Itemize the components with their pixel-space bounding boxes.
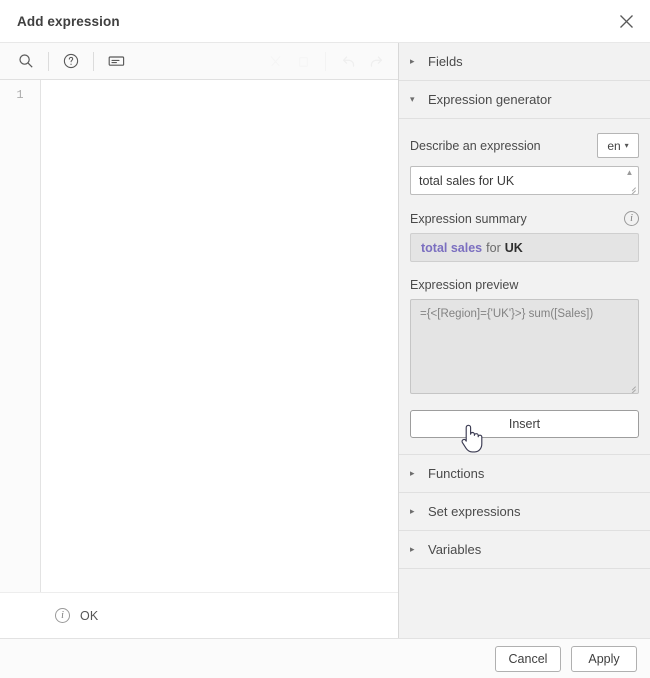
toolbar-divider-3 <box>325 51 326 71</box>
expression-code-input[interactable] <box>41 80 398 592</box>
chevron-right-icon: ▸ <box>410 468 415 478</box>
add-expression-dialog: Add expression 1 i OK ▸ Fields ▾ Express… <box>0 0 650 678</box>
preview-label-row: Expression preview <box>410 278 639 292</box>
accordion-set-expressions[interactable]: ▸ Set expressions <box>399 493 650 531</box>
summary-dimension: UK <box>504 240 523 255</box>
editor-main: 1 <box>0 80 398 592</box>
paste-icon-disabled <box>289 48 317 74</box>
accordion-variables-label: Variables <box>428 542 482 557</box>
accordion-set-expressions-label: Set expressions <box>428 504 521 519</box>
search-icon[interactable] <box>12 48 40 74</box>
cut-icon-disabled <box>261 48 289 74</box>
summary-connector: for <box>486 240 501 255</box>
info-circle-icon[interactable]: i <box>624 211 639 226</box>
accordion-functions-label: Functions <box>428 466 485 481</box>
apply-button[interactable]: Apply <box>571 645 637 672</box>
help-circle-icon[interactable] <box>57 48 85 74</box>
expression-summary-box: total sales for UK <box>410 233 639 262</box>
chevron-right-icon: ▸ <box>410 544 415 554</box>
accordion-fields-label: Fields <box>428 54 463 69</box>
chevron-down-icon: ▾ <box>624 141 629 150</box>
resize-handle-icon <box>626 381 637 393</box>
dialog-footer: Cancel Apply <box>0 638 650 678</box>
language-select[interactable]: en ▾ <box>597 133 639 158</box>
accordion-fields[interactable]: ▸ Fields <box>399 43 650 81</box>
expression-side-panel: ▸ Fields ▾ Expression generator Describe… <box>399 43 650 638</box>
close-icon[interactable] <box>612 7 640 35</box>
insert-button[interactable]: Insert <box>410 410 639 438</box>
toolbar-divider-1 <box>48 51 49 71</box>
undo-arrow-icon <box>334 48 362 74</box>
summary-metric: total sales <box>421 240 483 255</box>
chevron-right-icon: ▸ <box>410 506 415 516</box>
editor-gutter: 1 <box>0 80 41 592</box>
expression-summary-label: Expression summary <box>410 211 527 226</box>
expression-preview-value: ={<[Region]={'UK'}>} sum([Sales]) <box>420 308 594 320</box>
describe-input-value: total sales for UK <box>419 173 515 188</box>
expression-preview-label: Expression preview <box>410 278 519 292</box>
redo-arrow-icon <box>362 48 390 74</box>
editor-status-bar: i OK <box>0 592 398 638</box>
editor-toolbar <box>0 43 398 80</box>
line-number: 1 <box>16 88 24 102</box>
accordion-expression-generator[interactable]: ▾ Expression generator <box>399 81 650 119</box>
stepper-icon[interactable]: ▲ <box>625 169 634 177</box>
comment-box-icon[interactable] <box>102 48 130 74</box>
dialog-body: 1 i OK ▸ Fields ▾ Expression generator D… <box>0 42 650 638</box>
dialog-title: Add expression <box>17 13 120 29</box>
dialog-titlebar: Add expression <box>0 0 650 42</box>
editor-status-text: OK <box>80 608 99 623</box>
toolbar-divider-2 <box>93 51 94 71</box>
chevron-down-icon: ▾ <box>410 94 415 104</box>
cancel-button[interactable]: Cancel <box>495 645 561 672</box>
accordion-variables[interactable]: ▸ Variables <box>399 531 650 569</box>
resize-handle-icon <box>626 182 637 194</box>
summary-label-row: Expression summary i <box>410 211 639 226</box>
info-circle-icon: i <box>55 608 70 623</box>
describe-label: Describe an expression <box>410 138 541 153</box>
describe-row: Describe an expression en ▾ <box>410 133 639 158</box>
accordion-functions[interactable]: ▸ Functions <box>399 455 650 493</box>
chevron-right-icon: ▸ <box>410 56 415 66</box>
expression-preview-box[interactable]: ={<[Region]={'UK'}>} sum([Sales]) <box>410 299 639 394</box>
language-value: en <box>607 138 621 153</box>
accordion-expression-generator-label: Expression generator <box>428 92 552 107</box>
expression-editor-column: 1 i OK <box>0 43 399 638</box>
expression-generator-content: Describe an expression en ▾ total sales … <box>399 119 650 455</box>
describe-expression-input[interactable]: total sales for UK ▲ <box>410 166 639 195</box>
